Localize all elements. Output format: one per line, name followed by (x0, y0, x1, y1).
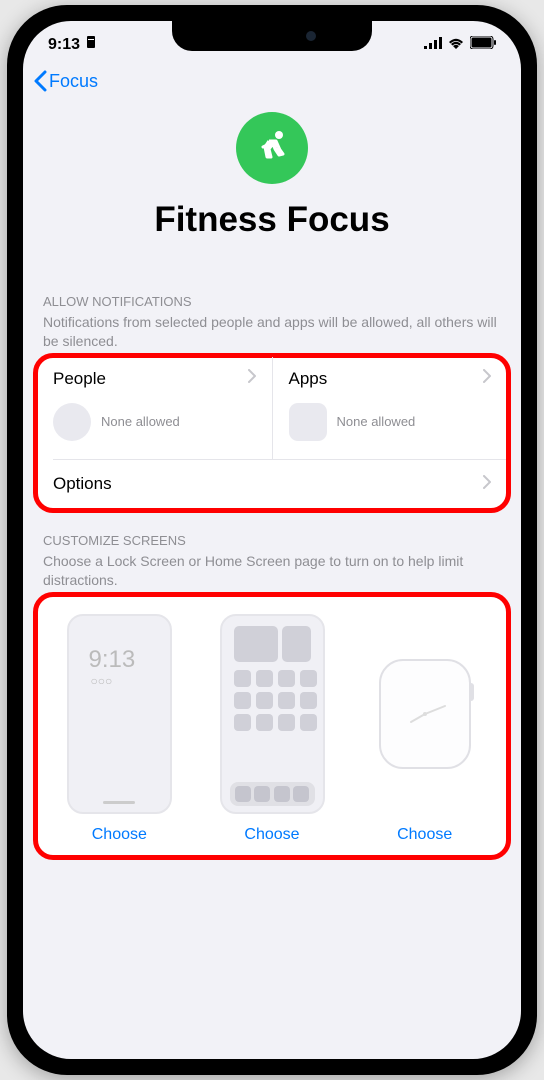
app-icon (256, 670, 273, 687)
app-icon (234, 714, 251, 731)
chevron-left-icon (33, 70, 47, 92)
people-cell[interactable]: People None allowed (37, 357, 273, 459)
dock-icon (235, 786, 251, 802)
app-icon (300, 714, 317, 731)
app-icon (300, 692, 317, 709)
wifi-icon (448, 36, 464, 54)
battery-icon (470, 36, 496, 54)
screens-card: 9:13 ○○○ Choose (37, 596, 507, 856)
header: Fitness Focus (23, 112, 521, 270)
app-icon (278, 714, 295, 731)
watch-crown-icon (469, 683, 474, 701)
chevron-right-icon (483, 475, 491, 494)
section-title-notifications: ALLOW NOTIFICATIONS (43, 294, 501, 309)
options-label: Options (53, 474, 112, 494)
lock-preview-time: 9:13 (88, 646, 135, 674)
app-icon (256, 692, 273, 709)
back-button[interactable]: Focus (33, 70, 511, 92)
app-placeholder (289, 403, 327, 441)
dock-icon (254, 786, 270, 802)
book-icon (85, 35, 97, 54)
app-icon (256, 714, 273, 731)
app-icon (234, 692, 251, 709)
dock-icon (274, 786, 290, 802)
page-title: Fitness Focus (43, 200, 501, 240)
apps-status: None allowed (337, 414, 416, 429)
chevron-right-icon (248, 369, 256, 388)
lock-screen-preview: 9:13 ○○○ (67, 614, 172, 814)
widget-icon (282, 626, 311, 662)
status-time: 9:13 (48, 36, 80, 54)
lock-preview-widgets: ○○○ (90, 674, 112, 688)
watch-hands-icon (395, 694, 455, 734)
app-icon (300, 670, 317, 687)
apps-label: Apps (289, 369, 328, 389)
widget-icon (234, 626, 278, 662)
section-description-screens: Choose a Lock Screen or Home Screen page… (43, 552, 501, 590)
app-icon (234, 670, 251, 687)
section-description-notifications: Notifications from selected people and a… (43, 313, 501, 351)
choose-watch-button[interactable]: Choose (397, 826, 452, 844)
apps-cell[interactable]: Apps None allowed (273, 357, 508, 459)
back-label: Focus (49, 71, 98, 92)
watch-option[interactable]: Choose (352, 614, 497, 844)
home-screen-option[interactable]: Choose (200, 614, 345, 844)
dock-icon (293, 786, 309, 802)
people-status: None allowed (101, 414, 180, 429)
chevron-right-icon (483, 369, 491, 388)
app-icon (278, 670, 295, 687)
fitness-icon (236, 112, 308, 184)
notifications-card: People None allowed Apps (37, 357, 507, 510)
home-screen-preview (220, 614, 325, 814)
lock-screen-option[interactable]: 9:13 ○○○ Choose (47, 614, 192, 844)
signal-icon (424, 36, 442, 54)
choose-home-button[interactable]: Choose (244, 826, 299, 844)
choose-lock-button[interactable]: Choose (92, 826, 147, 844)
avatar-placeholder (53, 403, 91, 441)
app-icon (278, 692, 295, 709)
home-indicator-icon (103, 801, 135, 804)
nav-bar: Focus (23, 60, 521, 112)
people-label: People (53, 369, 106, 389)
section-title-screens: CUSTOMIZE SCREENS (43, 533, 501, 548)
watch-preview (379, 659, 471, 769)
options-row[interactable]: Options (37, 459, 507, 509)
